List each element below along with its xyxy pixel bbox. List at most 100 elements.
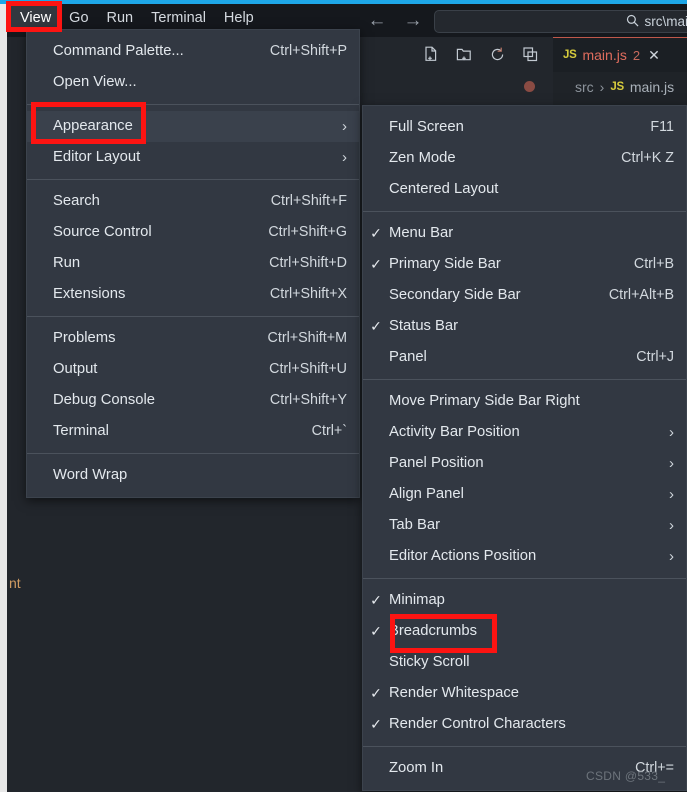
menu-item-shortcut: Ctrl+Shift+D (269, 255, 347, 271)
collapse-all-icon[interactable] (521, 45, 540, 64)
menu-item-label: Appearance (53, 118, 133, 134)
menu-item-label: Search (53, 193, 100, 209)
menubar-item-go[interactable]: Go (60, 6, 97, 32)
view-menu-item-run[interactable]: Run Ctrl+Shift+D (27, 248, 359, 279)
appearance-menu-item-primary-side-bar[interactable]: ✓ Primary Side Bar Ctrl+B (363, 249, 686, 280)
view-menu-item-debug-console[interactable]: Debug Console Ctrl+Shift+Y (27, 385, 359, 416)
js-file-icon: JS (610, 81, 624, 93)
menu-item-label: Terminal (53, 423, 109, 439)
modified-indicator-dot (524, 81, 535, 92)
appearance-menu-item-menu-bar[interactable]: ✓ Menu Bar (363, 218, 686, 249)
menu-item-label: Open View... (53, 74, 137, 90)
menu-separator (27, 316, 359, 317)
menu-item-label: Menu Bar (389, 225, 454, 241)
menu-item-label: Word Wrap (53, 467, 128, 483)
appearance-menu-item-editor-actions-position[interactable]: Editor Actions Position › (363, 541, 686, 572)
menubar-item-view[interactable]: View (11, 5, 61, 32)
view-menu-item-output[interactable]: Output Ctrl+Shift+U (27, 354, 359, 385)
breadcrumb[interactable]: src › JS main.js (553, 72, 674, 102)
chevron-right-icon: › (669, 455, 674, 472)
checkmark-icon: ✓ (370, 623, 382, 639)
appearance-menu-item-render-whitespace[interactable]: ✓ Render Whitespace (363, 678, 686, 709)
menu-separator (27, 179, 359, 180)
new-folder-icon[interactable] (455, 45, 474, 64)
menu-item-shortcut: Ctrl+Shift+F (270, 193, 347, 209)
view-menu-item-appearance[interactable]: Appearance › (27, 111, 359, 142)
appearance-menu-item-panel[interactable]: Panel Ctrl+J (363, 342, 686, 373)
js-file-icon: JS (563, 49, 577, 61)
appearance-menu-item-render-control-characters[interactable]: ✓ Render Control Characters (363, 709, 686, 740)
appearance-menu-item-centered-layout[interactable]: Centered Layout (363, 174, 686, 205)
appearance-menu-item-zen-mode[interactable]: Zen Mode Ctrl+K Z (363, 143, 686, 174)
refresh-icon[interactable] (488, 45, 507, 64)
menu-item-label: Debug Console (53, 392, 156, 408)
menu-item-shortcut: Ctrl+Alt+B (608, 287, 674, 303)
command-center-search[interactable]: src\main.js (434, 10, 687, 33)
menu-item-label: Zoom In (389, 760, 444, 776)
view-menu-item-word-wrap[interactable]: Word Wrap (27, 460, 359, 491)
menu-item-label: Source Control (53, 224, 152, 240)
appearance-menu-item-status-bar[interactable]: ✓ Status Bar (363, 311, 686, 342)
menu-separator (27, 104, 359, 105)
menubar-item-terminal[interactable]: Terminal (142, 6, 215, 32)
breadcrumb-file[interactable]: main.js (630, 79, 674, 95)
back-arrow-icon[interactable]: ← (367, 10, 387, 31)
left-edge-rail (0, 4, 7, 792)
menu-item-label: Panel Position (389, 455, 484, 471)
menu-item-label: Breadcrumbs (389, 623, 477, 639)
checkmark-icon: ✓ (370, 592, 382, 608)
menu-item-label: Status Bar (389, 318, 459, 334)
appearance-menu-item-activity-bar-position[interactable]: Activity Bar Position › (363, 417, 686, 448)
breadcrumb-folder[interactable]: src (575, 79, 594, 95)
new-file-icon[interactable] (422, 45, 441, 64)
appearance-menu-item-breadcrumbs[interactable]: ✓ Breadcrumbs (363, 616, 686, 647)
menu-item-label: Render Whitespace (389, 685, 519, 701)
menu-item-label: Output (53, 361, 98, 377)
appearance-menu-item-tab-bar[interactable]: Tab Bar › (363, 510, 686, 541)
menubar-item-help[interactable]: Help (215, 6, 263, 32)
forward-arrow-icon[interactable]: → (403, 10, 423, 31)
app-window: nt JS main.js 2 ✕ src › JS main.js ← → s… (0, 0, 687, 792)
view-menu-item-problems[interactable]: Problems Ctrl+Shift+M (27, 323, 359, 354)
appearance-menu-item-sticky-scroll[interactable]: Sticky Scroll (363, 647, 686, 678)
menu-item-label: Editor Actions Position (389, 548, 537, 564)
checkmark-icon: ✓ (370, 685, 382, 701)
chevron-right-icon: › (342, 149, 347, 166)
view-menu-item-source-control[interactable]: Source Control Ctrl+Shift+G (27, 217, 359, 248)
menu-separator (27, 453, 359, 454)
appearance-menu-item-minimap[interactable]: ✓ Minimap (363, 585, 686, 616)
editor-tab-main-js[interactable]: JS main.js 2 ✕ (553, 37, 687, 72)
view-menu-item-command-palette[interactable]: Command Palette... Ctrl+Shift+P (27, 36, 359, 67)
view-menu-item-open-view[interactable]: Open View... (27, 67, 359, 98)
menu-separator (363, 746, 686, 747)
appearance-menu-item-panel-position[interactable]: Panel Position › (363, 448, 686, 479)
menu-item-shortcut: Ctrl+K Z (621, 150, 674, 166)
menu-item-shortcut: Ctrl+Shift+Y (269, 392, 347, 408)
close-icon[interactable]: ✕ (648, 47, 660, 64)
menu-item-label: Panel (389, 349, 427, 365)
menu-item-label: Problems (53, 330, 116, 346)
menu-item-label: Zen Mode (389, 150, 456, 166)
menu-item-shortcut: F11 (650, 119, 674, 135)
view-menu-item-extensions[interactable]: Extensions Ctrl+Shift+X (27, 279, 359, 310)
menu-item-label: Minimap (389, 592, 445, 608)
view-menu-item-editor-layout[interactable]: Editor Layout › (27, 142, 359, 173)
view-menu-dropdown: Command Palette... Ctrl+Shift+P Open View.… (26, 29, 360, 498)
menubar-item-run[interactable]: Run (98, 6, 143, 32)
menu-separator (363, 379, 686, 380)
command-center-value: src\main.js (644, 14, 687, 29)
checkmark-icon: ✓ (370, 225, 382, 241)
view-menu-item-terminal[interactable]: Terminal Ctrl+` (27, 416, 359, 447)
chevron-right-icon: › (669, 486, 674, 503)
view-menu-item-search[interactable]: Search Ctrl+Shift+F (27, 186, 359, 217)
appearance-submenu-dropdown: Full Screen F11 Zen Mode Ctrl+K Z Centered L… (362, 105, 687, 791)
appearance-menu-item-full-screen[interactable]: Full Screen F11 (363, 112, 686, 143)
explorer-tree-fragment: nt (9, 575, 21, 591)
menu-item-shortcut: Ctrl+` (311, 423, 347, 439)
appearance-menu-item-align-panel[interactable]: Align Panel › (363, 479, 686, 510)
appearance-menu-item-secondary-side-bar[interactable]: Secondary Side Bar Ctrl+Alt+B (363, 280, 686, 311)
appearance-menu-item-move-primary-side-bar-right[interactable]: Move Primary Side Bar Right (363, 386, 686, 417)
watermark: CSDN @533_ (586, 769, 666, 783)
chevron-right-icon: › (669, 424, 674, 441)
menu-item-label: Centered Layout (389, 181, 499, 197)
